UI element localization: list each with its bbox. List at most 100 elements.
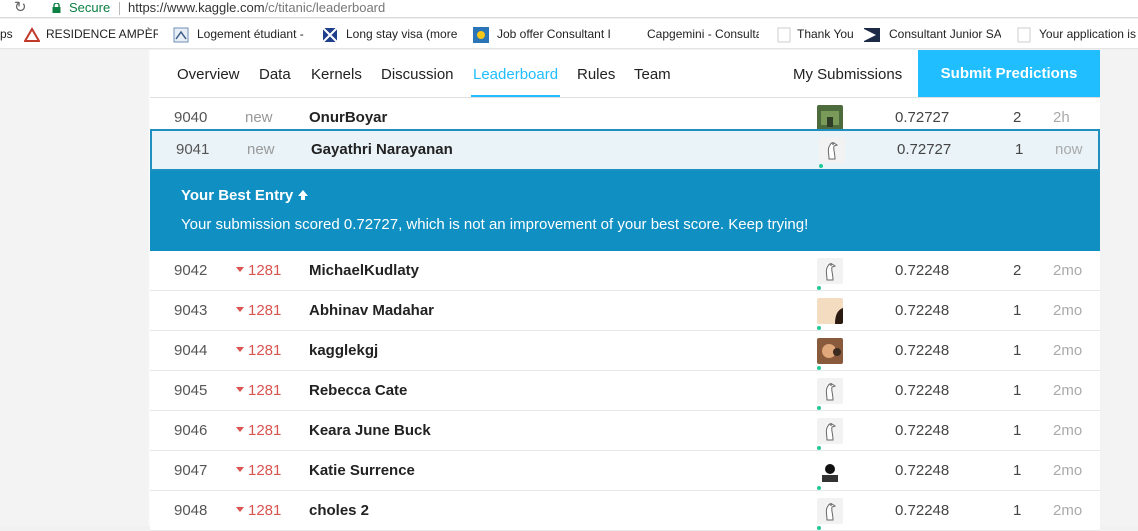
score: 0.72248 bbox=[895, 502, 950, 519]
url-text[interactable]: https://www.kaggle.com/c/titanic/leaderb… bbox=[128, 0, 385, 16]
team-name[interactable]: Abhinav Madahar bbox=[309, 301, 434, 321]
table-row[interactable]: 9043 1281 Abhinav Madahar 0.72248 1 2mo bbox=[150, 291, 1100, 331]
bookmark-item[interactable]: Your application is bbox=[1039, 26, 1138, 43]
rank: 9040 bbox=[174, 109, 208, 126]
entries-count: 1 bbox=[1013, 422, 1022, 439]
my-submissions-link[interactable]: My Submissions bbox=[793, 65, 902, 85]
avatar[interactable] bbox=[817, 378, 843, 404]
score: 0.72248 bbox=[895, 342, 950, 359]
flag-icon bbox=[864, 28, 880, 42]
avatar[interactable] bbox=[817, 298, 843, 324]
score: 0.72248 bbox=[895, 262, 950, 279]
bookmark-item[interactable]: Capgemini - Consulta bbox=[647, 26, 759, 43]
table-row[interactable]: 9044 1281 kagglekgj 0.72248 1 2mo bbox=[150, 331, 1100, 371]
bookmark-item[interactable]: Logement étudiant - bbox=[197, 26, 309, 43]
last-submission: 2mo bbox=[1053, 462, 1083, 479]
address-bar[interactable]: ↻ Secure https://www.kaggle.com/c/titani… bbox=[0, 0, 1138, 18]
rank-change-value: 1281 bbox=[248, 302, 282, 319]
visa-icon bbox=[322, 27, 338, 43]
rank: 9045 bbox=[174, 382, 208, 399]
member-dot-icon bbox=[817, 406, 821, 410]
warning-icon bbox=[24, 27, 40, 42]
bookmark-item[interactable]: Thank You bbox=[797, 26, 857, 43]
table-row[interactable]: 9045 1281 Rebecca Cate 0.72248 1 2mo bbox=[150, 371, 1100, 411]
score: 0.72727 bbox=[895, 109, 950, 126]
rank-change-value: new bbox=[245, 109, 273, 126]
bookmark-item[interactable]: ps bbox=[0, 26, 13, 43]
avatar[interactable] bbox=[817, 338, 843, 364]
team-name[interactable]: kagglekgj bbox=[309, 341, 378, 361]
bookmark-item[interactable]: Consultant Junior SAI bbox=[889, 26, 1001, 43]
table-row[interactable]: 9046 1281 Keara June Buck 0.72248 1 2mo bbox=[150, 411, 1100, 451]
tab-team[interactable]: Team bbox=[634, 65, 671, 85]
rank-down-icon bbox=[236, 387, 244, 392]
page-icon bbox=[777, 27, 791, 43]
member-dot-icon bbox=[817, 526, 821, 530]
rank-change: 1281 bbox=[236, 341, 281, 361]
rank-down-icon bbox=[236, 467, 244, 472]
competition-nav: Overview Data Kernels Discussion Leaderb… bbox=[150, 50, 1100, 98]
entries-count: 1 bbox=[1015, 141, 1024, 158]
team-name[interactable]: Katie Surrence bbox=[309, 461, 415, 481]
tab-kernels[interactable]: Kernels bbox=[311, 65, 362, 85]
member-dot-icon bbox=[817, 486, 821, 490]
score: 0.72248 bbox=[895, 422, 950, 439]
table-row[interactable]: 9042 1281 MichaelKudlaty 0.72248 2 2mo bbox=[150, 251, 1100, 291]
lock-icon bbox=[52, 3, 61, 13]
entries-count: 2 bbox=[1013, 262, 1022, 279]
last-submission: 2mo bbox=[1053, 342, 1083, 359]
url-host: https://www.kaggle.com bbox=[128, 0, 265, 15]
avatar[interactable] bbox=[817, 458, 843, 484]
tab-leaderboard[interactable]: Leaderboard bbox=[473, 65, 558, 85]
rank: 9047 bbox=[174, 462, 208, 479]
house-icon bbox=[173, 27, 189, 43]
rank: 9041 bbox=[176, 141, 210, 158]
avatar[interactable] bbox=[817, 418, 843, 444]
last-submission: 2mo bbox=[1053, 262, 1083, 279]
avatar[interactable] bbox=[817, 498, 843, 524]
rank-change: new bbox=[247, 140, 275, 160]
entries-count: 1 bbox=[1013, 502, 1022, 519]
bookmark-item[interactable]: Job offer Consultant I bbox=[497, 26, 613, 43]
tab-rules[interactable]: Rules bbox=[577, 65, 615, 85]
table-row[interactable]: 9047 1281 Katie Surrence 0.72248 1 2mo bbox=[150, 451, 1100, 491]
score: 0.72248 bbox=[895, 302, 950, 319]
avatar[interactable] bbox=[817, 258, 843, 284]
rank-down-icon bbox=[236, 347, 244, 352]
team-name[interactable]: Gayathri Narayanan bbox=[311, 140, 453, 160]
avatar[interactable] bbox=[817, 105, 843, 131]
member-dot-icon bbox=[817, 446, 821, 450]
secure-label: Secure bbox=[69, 0, 111, 15]
submit-predictions-button[interactable]: Submit Predictions bbox=[918, 50, 1100, 97]
member-dot-icon bbox=[817, 326, 821, 330]
bookmarks-bar: ps RESIDENCE AMPÈRE | Logement étudiant … bbox=[0, 19, 1138, 49]
team-name[interactable]: Rebecca Cate bbox=[309, 381, 407, 401]
rank: 9046 bbox=[174, 422, 208, 439]
rank-change-value: new bbox=[247, 141, 275, 158]
best-entry-heading: Your Best Entry bbox=[181, 186, 309, 206]
team-name[interactable]: OnurBoyar bbox=[309, 108, 387, 128]
last-submission: 2mo bbox=[1053, 422, 1083, 439]
best-entry-heading-text: Your Best Entry bbox=[181, 187, 294, 204]
entries-count: 2 bbox=[1013, 109, 1022, 126]
table-row[interactable]: 9048 1281 choles 2 0.72248 1 2mo bbox=[150, 491, 1100, 531]
rank-change-value: 1281 bbox=[248, 262, 282, 279]
team-name[interactable]: MichaelKudlaty bbox=[309, 261, 419, 281]
table-row-current-user[interactable]: 9041 new Gayathri Narayanan 0.72727 1 now bbox=[150, 129, 1100, 171]
tab-discussion[interactable]: Discussion bbox=[381, 65, 454, 85]
rank-change: 1281 bbox=[236, 421, 281, 441]
bookmark-item[interactable]: Long stay visa (more bbox=[346, 26, 458, 43]
last-submission: 2mo bbox=[1053, 302, 1083, 319]
reload-icon[interactable]: ↻ bbox=[14, 0, 27, 16]
rank-change: new bbox=[245, 108, 273, 128]
avatar[interactable] bbox=[819, 137, 845, 163]
entries-count: 1 bbox=[1013, 462, 1022, 479]
tab-overview[interactable]: Overview bbox=[177, 65, 240, 85]
rank-change: 1281 bbox=[236, 301, 281, 321]
bookmark-item[interactable]: RESIDENCE AMPÈRE | bbox=[46, 26, 158, 43]
team-name[interactable]: choles 2 bbox=[309, 501, 369, 521]
last-submission: 2mo bbox=[1053, 382, 1083, 399]
score: 0.72248 bbox=[895, 462, 950, 479]
tab-data[interactable]: Data bbox=[259, 65, 291, 85]
team-name[interactable]: Keara June Buck bbox=[309, 421, 431, 441]
